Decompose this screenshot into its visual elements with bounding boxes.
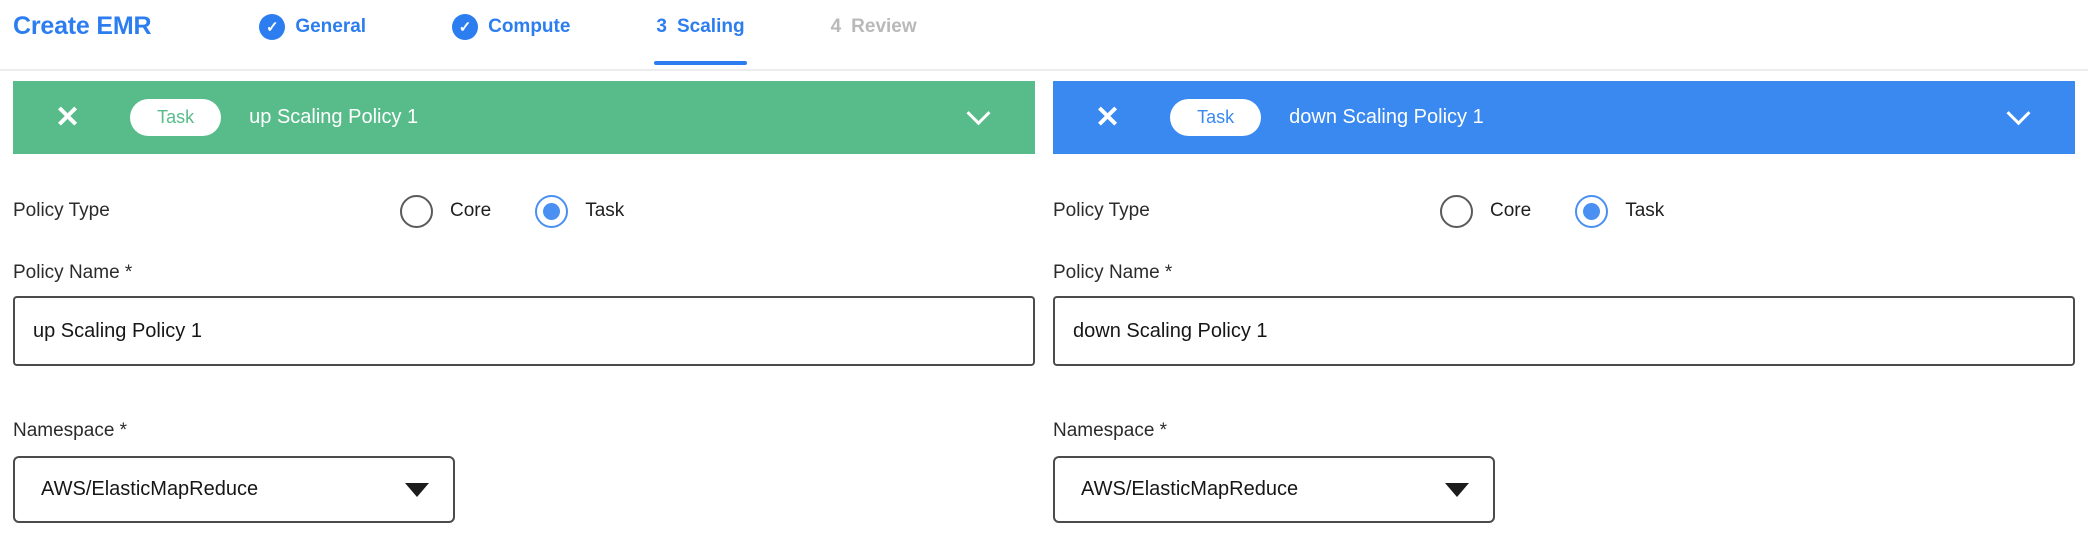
radio-option-task[interactable]: Task <box>535 195 624 228</box>
radio-label-task: Task <box>1625 200 1664 222</box>
namespace-select[interactable]: AWS/ElasticMapReduce <box>13 456 455 523</box>
task-badge: Task <box>1170 99 1261 137</box>
wizard-steps: ✓ General ✓ Compute 3 Scaling 4 Review <box>259 14 916 40</box>
policy-name-input[interactable] <box>13 296 1035 366</box>
policy-name-label: Policy Name * <box>1053 262 2075 284</box>
namespace-selected-value: AWS/ElasticMapReduce <box>41 478 258 501</box>
namespace-label: Namespace * <box>13 420 1035 442</box>
radio-core[interactable] <box>1440 195 1473 228</box>
radio-label-core: Core <box>450 200 491 222</box>
radio-option-core[interactable]: Core <box>1440 195 1531 228</box>
panel-title: up Scaling Policy 1 <box>249 106 418 129</box>
policy-type-label: Policy Type <box>1053 200 1440 222</box>
step-label: Compute <box>488 16 570 38</box>
radio-task[interactable] <box>1575 195 1608 228</box>
step-scaling[interactable]: 3 Scaling <box>656 16 744 38</box>
radio-option-core[interactable]: Core <box>400 195 491 228</box>
close-icon[interactable]: ✕ <box>55 103 80 133</box>
policy-type-row: Policy Type Core Task <box>1053 194 2075 228</box>
radio-task[interactable] <box>535 195 568 228</box>
panel-down-scaling-policy: ✕ Task down Scaling Policy 1 Policy Type… <box>1053 81 2075 523</box>
caret-down-icon <box>405 483 429 497</box>
radio-label-task: Task <box>585 200 624 222</box>
policy-type-radio-group: Core Task <box>400 195 624 228</box>
namespace-select[interactable]: AWS/ElasticMapReduce <box>1053 456 1495 523</box>
wizard-header: Create EMR ✓ General ✓ Compute 3 Scaling… <box>0 0 2088 71</box>
panel-up-scaling-policy: ✕ Task up Scaling Policy 1 Policy Type C… <box>13 81 1035 523</box>
step-general[interactable]: ✓ General <box>259 14 366 40</box>
radio-label-core: Core <box>1490 200 1531 222</box>
policy-name-input[interactable] <box>1053 296 2075 366</box>
scaling-policies-content: ✕ Task up Scaling Policy 1 Policy Type C… <box>0 71 2088 523</box>
panel-header-down[interactable]: ✕ Task down Scaling Policy 1 <box>1053 81 2075 154</box>
step-compute[interactable]: ✓ Compute <box>452 14 570 40</box>
caret-down-icon <box>1445 483 1469 497</box>
panel-header-up[interactable]: ✕ Task up Scaling Policy 1 <box>13 81 1035 154</box>
close-icon[interactable]: ✕ <box>1095 103 1120 133</box>
check-icon: ✓ <box>452 14 478 40</box>
step-number: 3 <box>656 16 667 38</box>
policy-name-label: Policy Name * <box>13 262 1035 284</box>
step-label: Scaling <box>677 16 745 38</box>
policy-type-row: Policy Type Core Task <box>13 194 1035 228</box>
chevron-down-icon[interactable] <box>2006 101 2030 125</box>
radio-core[interactable] <box>400 195 433 228</box>
step-label: Review <box>851 16 916 38</box>
chevron-down-icon[interactable] <box>966 101 990 125</box>
panel-title: down Scaling Policy 1 <box>1289 106 1484 129</box>
step-review[interactable]: 4 Review <box>831 16 917 38</box>
check-icon: ✓ <box>259 14 285 40</box>
step-number: 4 <box>831 16 842 38</box>
policy-type-label: Policy Type <box>13 200 400 222</box>
step-label: General <box>295 16 366 38</box>
namespace-selected-value: AWS/ElasticMapReduce <box>1081 478 1298 501</box>
page-title: Create EMR <box>13 12 151 41</box>
task-badge: Task <box>130 99 221 137</box>
namespace-label: Namespace * <box>1053 420 2075 442</box>
radio-option-task[interactable]: Task <box>1575 195 1664 228</box>
policy-type-radio-group: Core Task <box>1440 195 1664 228</box>
